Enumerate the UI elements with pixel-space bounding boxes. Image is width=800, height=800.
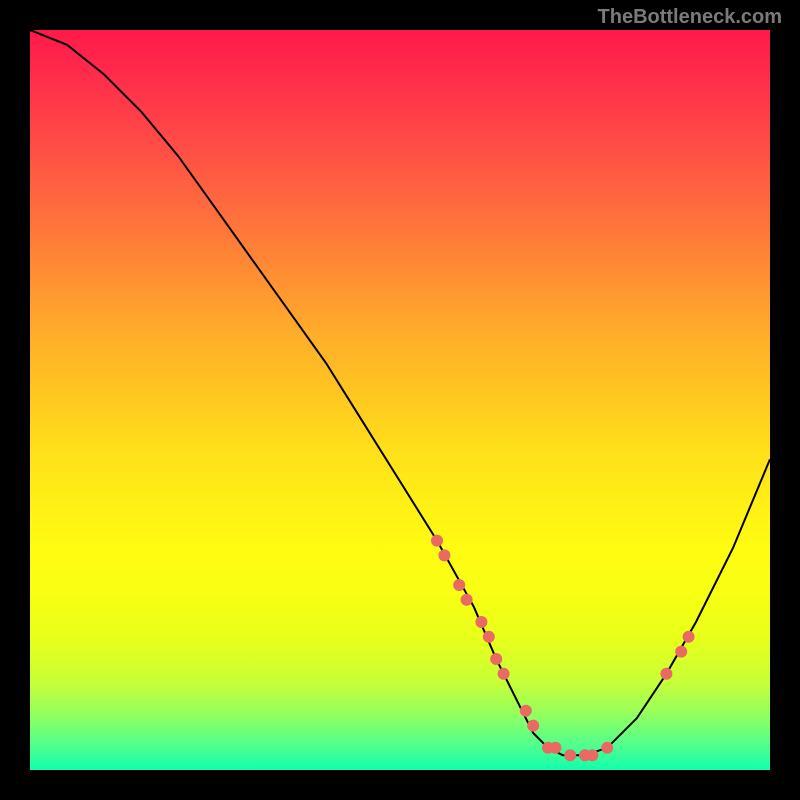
plot-area — [30, 30, 770, 770]
data-point-marker — [438, 549, 450, 561]
data-point-marker — [461, 594, 473, 606]
watermark-text: TheBottleneck.com — [598, 6, 782, 29]
data-point-marker — [490, 653, 502, 665]
marker-group — [431, 535, 695, 762]
chart-svg — [30, 30, 770, 770]
bottleneck-curve — [30, 30, 770, 755]
data-point-marker — [527, 720, 539, 732]
data-point-marker — [601, 742, 613, 754]
data-point-marker — [453, 579, 465, 591]
data-point-marker — [483, 631, 495, 643]
data-point-marker — [431, 535, 443, 547]
data-point-marker — [520, 705, 532, 717]
data-point-marker — [549, 742, 561, 754]
data-point-marker — [675, 646, 687, 658]
data-point-marker — [564, 749, 576, 761]
data-point-marker — [498, 668, 510, 680]
data-point-marker — [660, 668, 672, 680]
data-point-marker — [475, 616, 487, 628]
data-point-marker — [683, 631, 695, 643]
data-point-marker — [586, 749, 598, 761]
